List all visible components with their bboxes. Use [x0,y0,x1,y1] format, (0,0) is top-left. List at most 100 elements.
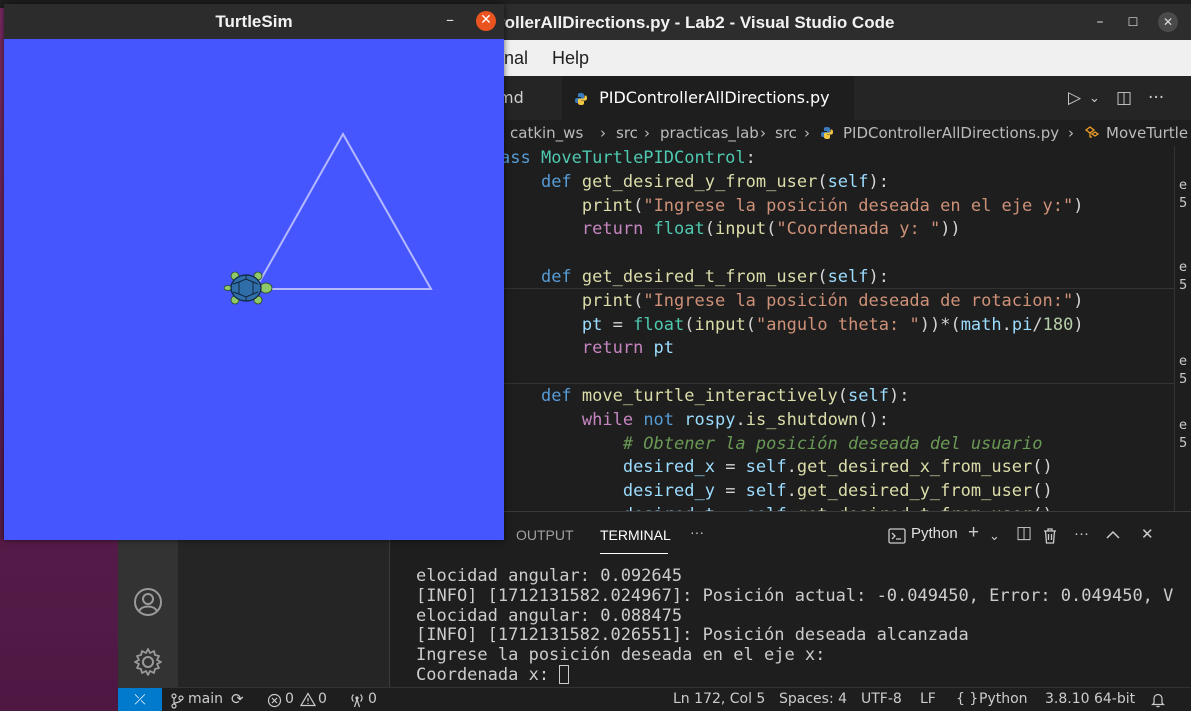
breadcrumb-src-2[interactable]: src [775,124,797,142]
more-actions-icon[interactable]: ··· [1148,88,1164,108]
panel-more-icon[interactable]: ··· [690,524,704,540]
indentation[interactable]: Spaces: 4 [779,691,847,707]
error-icon [267,693,282,708]
gutter-glyph: 5 [1179,196,1188,211]
tab-terminal[interactable]: TERMINAL [600,527,671,543]
code-token: print [581,195,634,216]
maximize-button[interactable]: ☐ [1123,12,1143,32]
breadcrumb-separator: › [804,124,810,142]
close-panel-icon[interactable]: ✕ [1141,525,1154,543]
code-token: ( [766,219,777,240]
minimize-button[interactable]: – [1090,12,1110,32]
code-token: ass [500,148,541,168]
code-token: math [960,314,1002,335]
code-token: return [581,219,654,240]
split-terminal-icon[interactable]: ◫ [1016,523,1032,543]
git-branch[interactable]: main [188,691,223,707]
code-token: MoveTurtlePIDControl [540,148,746,168]
code-token: input [714,219,767,240]
account-icon[interactable] [133,587,163,617]
error-count[interactable]: 0 [285,691,294,707]
code-token: rospy [684,409,736,430]
code-token: ) [1073,195,1084,216]
code-line: print("Ingrese la posición deseada en el… [500,194,1084,218]
code-token: get_desired_y_from_user [796,481,1033,502]
code-line: # Obtener la posición deseada del usuari… [500,432,1043,456]
run-icon[interactable]: ▷ [1068,88,1081,108]
new-terminal-icon[interactable]: + [968,522,979,544]
close-button[interactable]: ✕ [1158,12,1178,32]
turtlesim-titlebar[interactable]: TurtleSim – ✕ [4,4,504,39]
panel-actions-more-icon[interactable]: ··· [1074,525,1089,542]
turtlesim-title: TurtleSim [215,12,293,31]
split-editor-icon[interactable]: ◫ [1116,88,1132,108]
sync-icon[interactable]: ⟳ [231,690,244,708]
code-token: "Ingrese la posición deseada en el eje y… [643,195,1074,216]
turtle-trail [255,131,433,290]
code-token: get_desired_t_from_user [581,267,818,287]
terminal-dropdown-icon[interactable]: ⌄ [989,528,1000,544]
end-of-line[interactable]: LF [920,691,936,707]
gutter-glyph: e [1179,260,1187,275]
menu-help[interactable]: Help [552,48,589,69]
remote-indicator-icon[interactable]: ⤫ [118,688,162,711]
file-encoding[interactable]: UTF-8 [861,691,902,707]
python-interpreter[interactable]: 3.8.10 64-bit [1045,691,1135,707]
code-token: (): [858,409,890,430]
breadcrumb-file[interactable]: PIDControllerAllDirections.py [843,124,1059,142]
turtlesim-window: TurtleSim – ✕ [4,4,504,540]
breadcrumb-class[interactable]: MoveTurtle [1106,124,1188,142]
menu-terminal[interactable]: inal [500,48,528,69]
code-token: self [848,386,889,406]
breadcrumb-separator: › [760,124,766,142]
terminal-cursor [559,665,570,684]
terminal-line: elocidad angular: 0.092645 [416,566,682,586]
code-token: pt [581,314,603,335]
terminal-panel: OUTPUT TERMINAL ··· Python + ⌄ ◫ ··· ✕ e… [390,511,1191,691]
code-token: . [1001,314,1012,335]
breadcrumb-practicas-lab[interactable]: practicas_lab [660,124,759,142]
settings-gear-icon[interactable] [133,647,163,677]
terminal-line-text: elocidad angular: 0.088475 [416,605,683,626]
breadcrumb-src[interactable]: src [616,124,638,142]
terminal-instance-name[interactable]: Python [911,525,958,542]
trash-icon[interactable] [1042,527,1058,545]
active-tab-indicator [600,553,668,554]
code-token: def [540,171,582,192]
language-mode[interactable]: Python [979,691,1028,707]
code-line: def get_desired_t_from_user(self): [500,265,889,289]
code-line: return pt [500,336,674,360]
cursor-position[interactable]: Ln 172, Col 5 [673,691,765,707]
tab-markdown-file[interactable]: md [498,76,560,120]
turtlesim-close-button[interactable]: ✕ [476,11,496,31]
turtlesim-canvas [4,39,504,540]
terminal-line-text: [INFO] [1712131582.026551]: Posición des… [416,625,969,646]
code-token: self [745,457,787,478]
tab-output[interactable]: OUTPUT [516,527,574,543]
minimap-gutter: e 5 e 5 e 5 e 5 [1174,146,1191,511]
code-token: is_shutdown [745,409,859,430]
tab-pidcontroller[interactable]: PIDControllerAllDirections.py ✕ [562,76,854,151]
gutter-glyph: e [1179,418,1187,433]
gutter-glyph: 5 [1179,436,1188,451]
gutter-glyph: e [1179,354,1187,369]
terminal-line: [INFO] [1712131582.024967]: Posición act… [416,586,1173,606]
ports-count[interactable]: 0 [368,691,377,707]
terminal-line: elocidad angular: 0.088475 [416,606,682,626]
maximize-panel-icon[interactable] [1106,530,1120,540]
code-token: float [633,314,685,335]
code-token: : [745,148,756,168]
warning-count[interactable]: 0 [318,691,327,707]
turtle-path-drawing [223,131,433,305]
run-dropdown-icon[interactable]: ⌄ [1089,91,1100,106]
terminal-line: [INFO] [1712131582.026551]: Posición des… [416,625,969,645]
code-token: () [1032,457,1053,478]
turtlesim-minimize-button[interactable]: – [446,10,454,29]
breadcrumb-catkin-ws[interactable]: catkin_ws [510,124,583,142]
notifications-bell-icon[interactable] [1151,692,1165,708]
